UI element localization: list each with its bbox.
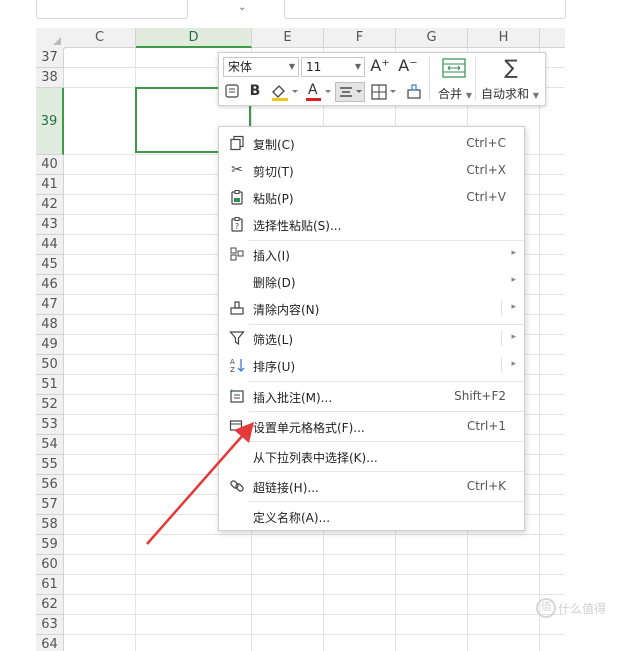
- arrow-head: [234, 422, 254, 443]
- watermark-logo-icon: 值: [536, 598, 556, 618]
- arrow-shaft: [146, 434, 244, 545]
- watermark-text: 什么值得: [558, 602, 607, 616]
- annotation-arrow: [146, 422, 254, 545]
- watermark: 值 什么值得: [536, 598, 626, 618]
